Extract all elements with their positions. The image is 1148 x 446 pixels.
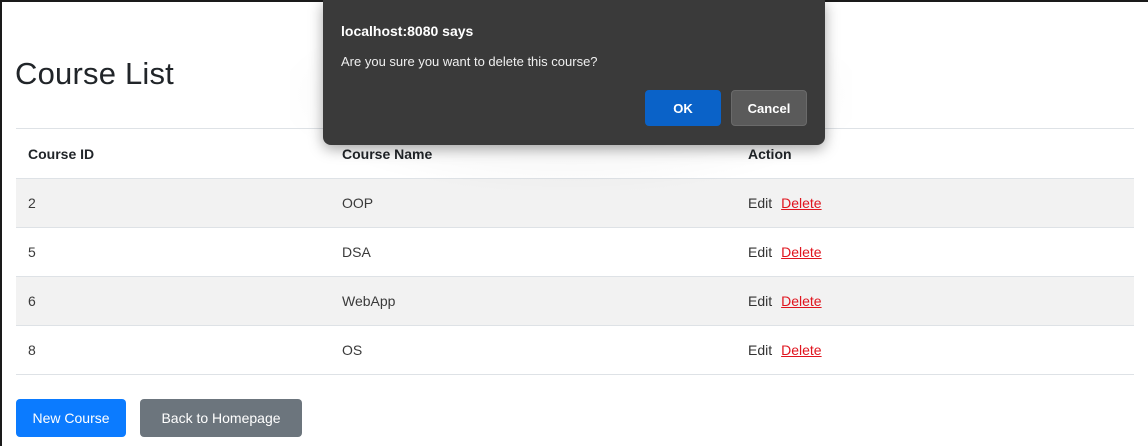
- table-row: 2 OOP Edit Delete: [16, 178, 1134, 228]
- course-name-cell: OS: [330, 325, 736, 375]
- delete-link[interactable]: Delete: [781, 195, 821, 211]
- action-cell: Edit Delete: [736, 178, 1134, 228]
- dialog-message: Are you sure you want to delete this cou…: [341, 54, 598, 69]
- edit-link[interactable]: Edit: [748, 293, 772, 309]
- course-id-cell: 5: [16, 227, 330, 277]
- course-table: Course ID Course Name Action 2 OOP Edit D…: [16, 128, 1134, 375]
- delete-link[interactable]: Delete: [781, 342, 821, 358]
- course-name-cell: WebApp: [330, 276, 736, 326]
- edit-link[interactable]: Edit: [748, 342, 772, 358]
- header-course-id: Course ID: [16, 128, 330, 179]
- course-id-cell: 2: [16, 178, 330, 228]
- new-course-button[interactable]: New Course: [16, 399, 126, 437]
- table-row: 5 DSA Edit Delete: [16, 227, 1134, 277]
- page-title: Course List: [15, 56, 174, 91]
- action-cell: Edit Delete: [736, 276, 1134, 326]
- table-row: 6 WebApp Edit Delete: [16, 276, 1134, 326]
- action-cell: Edit Delete: [736, 227, 1134, 277]
- confirm-dialog: localhost:8080 says Are you sure you wan…: [323, 0, 825, 145]
- dialog-title: localhost:8080 says: [341, 23, 474, 39]
- edit-link[interactable]: Edit: [748, 195, 772, 211]
- course-name-cell: DSA: [330, 227, 736, 277]
- course-name-cell: OOP: [330, 178, 736, 228]
- table-row: 8 OS Edit Delete: [16, 325, 1134, 375]
- dialog-ok-button[interactable]: OK: [645, 90, 721, 126]
- dialog-cancel-button[interactable]: Cancel: [731, 90, 807, 126]
- back-to-homepage-button[interactable]: Back to Homepage: [140, 399, 302, 437]
- course-id-cell: 6: [16, 276, 330, 326]
- delete-link[interactable]: Delete: [781, 244, 821, 260]
- edit-link[interactable]: Edit: [748, 244, 772, 260]
- action-cell: Edit Delete: [736, 325, 1134, 375]
- delete-link[interactable]: Delete: [781, 293, 821, 309]
- course-id-cell: 8: [16, 325, 330, 375]
